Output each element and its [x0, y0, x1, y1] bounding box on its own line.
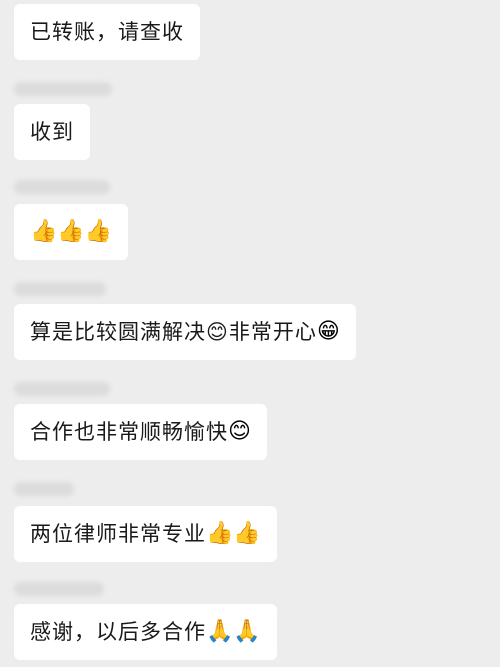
folded-hands-icon: 🙏🙏	[206, 619, 261, 644]
message-text: 已转账，请查收	[30, 19, 184, 44]
message-bubble[interactable]: 已转账，请查收	[14, 4, 200, 60]
sender-name-blurred	[14, 282, 106, 296]
message-text: 收到	[30, 119, 74, 144]
sender-name-blurred	[14, 82, 112, 96]
smiling-face-icon: 😊	[228, 419, 251, 444]
sender-name-blurred	[14, 180, 110, 194]
thumbs-up-icon: 👍👍👍	[30, 219, 113, 244]
message-text: 感谢，以后多合作	[30, 619, 206, 644]
message-text: 两位律师非常专业	[30, 521, 206, 546]
thumbs-up-icon: 👍👍	[206, 521, 261, 546]
message-bubble[interactable]: 算是比较圆满解决😊非常开心 😁	[14, 304, 356, 360]
sender-name-blurred	[14, 382, 110, 396]
message-text: 合作也非常顺畅愉快	[30, 419, 228, 444]
grinning-face-icon: 😁	[316, 319, 340, 344]
message-bubble[interactable]: 👍👍👍	[14, 204, 129, 260]
sender-name-blurred	[14, 582, 104, 596]
message-text: 算是比较圆满解决😊非常开心	[30, 319, 317, 344]
sender-name-blurred	[14, 482, 74, 496]
message-bubble[interactable]: 感谢，以后多合作 🙏🙏	[14, 604, 277, 660]
message-bubble[interactable]: 两位律师非常专业 👍👍	[14, 506, 277, 562]
chat-message-list[interactable]: 已转账，请查收 收到 👍👍👍 算是比较圆满解决😊非常开心 😁 合作也非常顺畅愉快…	[0, 0, 500, 667]
message-bubble[interactable]: 收到	[14, 104, 90, 160]
message-bubble[interactable]: 合作也非常顺畅愉快 😊	[14, 404, 267, 460]
